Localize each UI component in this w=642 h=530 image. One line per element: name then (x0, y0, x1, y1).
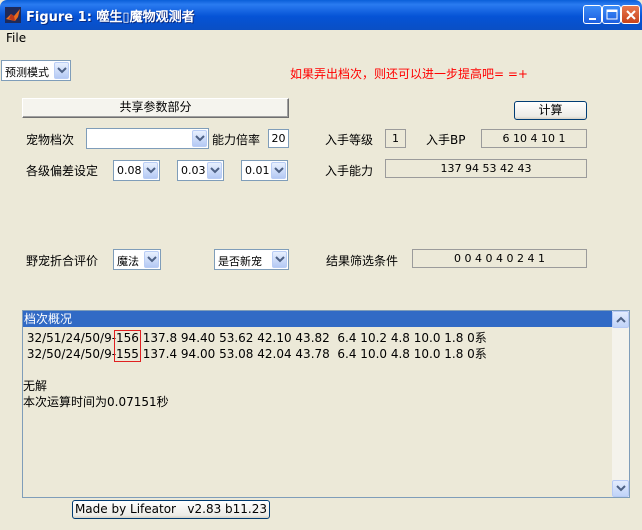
menu-file[interactable]: File (6, 31, 26, 45)
result-header[interactable]: 档次概况 (23, 311, 614, 327)
vertical-scrollbar[interactable] (612, 311, 629, 497)
obtain-ability-input[interactable]: 137 94 53 42 43 (385, 159, 587, 178)
obtain-bp-input[interactable]: 6 10 4 10 1 (481, 129, 587, 148)
new-pet-select[interactable]: 是否新宠 (214, 249, 289, 270)
elapsed-time-text: 本次运算时间为0.07151秒 (23, 395, 169, 409)
filter-label: 结果筛选条件 (326, 254, 399, 268)
obtain-bp-label: 入手BP (426, 133, 466, 147)
mode-select[interactable]: 预测模式 (1, 60, 71, 81)
grade-highlight-box (114, 330, 141, 362)
result-row-1-prefix: 32/51/24/50/9- (23, 331, 117, 345)
chevron-down-icon (274, 167, 284, 174)
maximize-button[interactable] (602, 5, 621, 24)
hint-text: 如果弄出档次，则还可以进一步提高吧= =+ (290, 67, 528, 81)
new-pet-value: 是否新宠 (218, 255, 262, 268)
ability-mult-label: 能力倍率 (212, 133, 261, 147)
credit-button[interactable]: Made by Lifeator v2.83 b11.23 (72, 500, 270, 519)
scroll-up-button[interactable] (612, 311, 629, 328)
ability-mult-input[interactable]: 20 (268, 129, 289, 148)
deviation-value-3: 0.01 (245, 164, 270, 177)
wild-eval-value: 魔法 (117, 255, 139, 268)
scroll-down-button[interactable] (612, 480, 629, 497)
chevron-down-icon (210, 167, 220, 174)
menu-bar: File (0, 30, 642, 49)
result-row-1[interactable]: 32/51/24/50/9-156 137.8 94.40 53.62 42.1… (23, 329, 487, 346)
wild-eval-label: 野宠折合评价 (26, 254, 99, 268)
obtain-level-input[interactable]: 1 (385, 129, 406, 148)
deviation-value-2: 0.03 (181, 164, 206, 177)
chevron-up-icon (616, 316, 626, 323)
obtain-level-label: 入手等级 (325, 133, 374, 147)
result-row-2-prefix: 32/50/24/50/9- (23, 347, 117, 361)
deviation-select-1[interactable]: 0.08 (113, 160, 160, 181)
obtain-ability-label: 入手能力 (325, 164, 374, 178)
result-row-1-values: 137.8 94.40 53.62 42.10 43.82 6.4 10.2 4… (138, 331, 487, 345)
deviation-value-1: 0.08 (117, 164, 142, 177)
chevron-down-icon (275, 256, 285, 263)
chevron-down-icon (616, 485, 626, 492)
result-row-2[interactable]: 32/50/24/50/9-155 137.4 94.00 53.08 42.0… (23, 345, 487, 362)
calculate-button[interactable]: 计算 (514, 101, 587, 120)
deviation-select-2[interactable]: 0.03 (177, 160, 224, 181)
chevron-down-icon (195, 135, 205, 142)
maximize-icon (606, 9, 618, 20)
close-icon (626, 10, 636, 20)
mode-select-value: 预测模式 (5, 66, 49, 79)
no-solution-text: 无解 (23, 379, 48, 393)
window-title: Figure 1: 噬生▯魔物观测者 (26, 10, 195, 25)
chevron-down-icon (147, 256, 157, 263)
title-bar[interactable]: Figure 1: 噬生▯魔物观测者 (0, 0, 642, 30)
shared-params-button[interactable]: 共享参数部分 (22, 98, 289, 118)
pet-grade-select[interactable] (86, 128, 209, 149)
minimize-button[interactable] (583, 5, 602, 24)
close-button[interactable] (621, 5, 640, 24)
deviation-label: 各级偏差设定 (26, 164, 99, 178)
wild-eval-select[interactable]: 魔法 (113, 249, 161, 270)
matlab-logo-icon (5, 7, 21, 23)
deviation-select-3[interactable]: 0.01 (241, 160, 288, 181)
chevron-down-icon (146, 167, 156, 174)
minimize-icon (589, 18, 596, 20)
result-row-2-values: 137.4 94.00 53.08 42.04 43.78 6.4 10.0 4… (138, 347, 487, 361)
pet-grade-label: 宠物档次 (26, 133, 75, 147)
chevron-down-icon (57, 67, 67, 74)
filter-input[interactable]: 0 0 4 0 4 0 2 4 1 (412, 249, 587, 268)
